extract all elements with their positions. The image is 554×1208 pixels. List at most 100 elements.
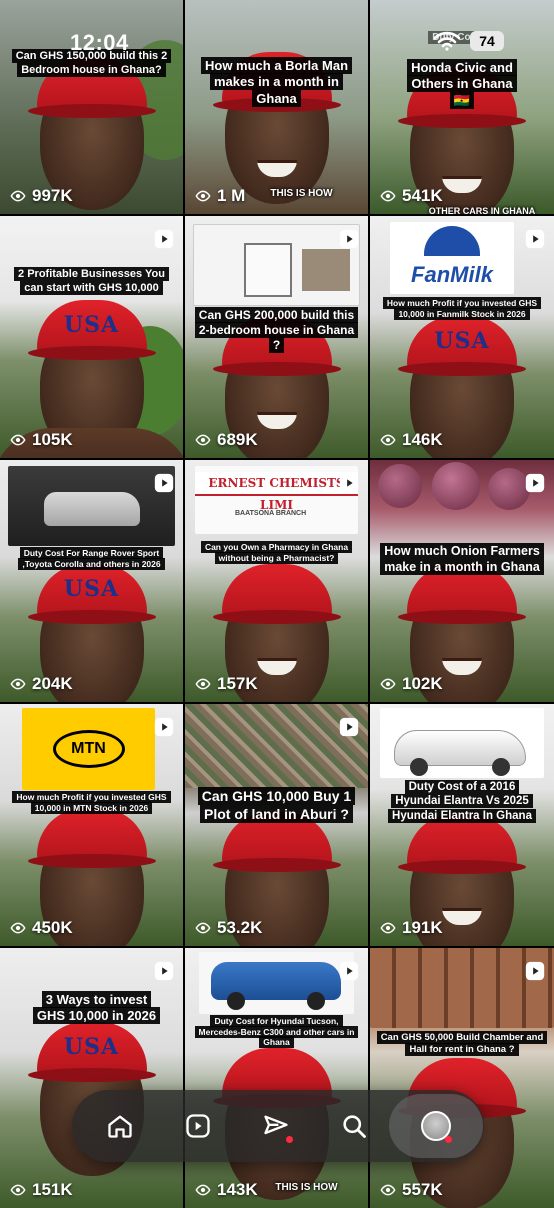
reel-tile[interactable]: How much Onion Farmers make in a month i…	[370, 460, 554, 702]
floorplan	[244, 243, 292, 297]
eye-icon	[195, 922, 211, 934]
burned-subtitle: OTHER CARS IN GHANA	[428, 206, 536, 214]
reel-tile[interactable]: FanMilk USA How much Profit if you inves…	[370, 216, 554, 458]
search-icon	[343, 1115, 366, 1138]
view-count-text: 541K	[402, 186, 443, 205]
view-count-text: 102K	[402, 674, 443, 693]
cap-brim	[212, 858, 341, 872]
nav-home[interactable]	[98, 1104, 142, 1148]
reel-tile[interactable]: Can GHS 10,000 Buy 1 Plot of land in Abu…	[185, 704, 368, 946]
reel-tile[interactable]: Duty Cost for Hyundai Tucson, Mercedes-B…	[185, 948, 368, 1208]
reel-tile[interactable]: USA 3 Ways to invest GHS 10,000 in 2026 …	[0, 948, 183, 1208]
notification-dot	[286, 1136, 293, 1143]
cap-brim	[27, 104, 156, 118]
reel-icon	[154, 717, 174, 737]
view-count-text: 557K	[402, 1180, 443, 1199]
wheel	[227, 992, 245, 1010]
cap-brim	[27, 610, 156, 624]
eye-icon	[380, 1184, 396, 1196]
reels-grid: Can GHS 150,000 build this 2 Bedroom hou…	[0, 0, 554, 1208]
view-count: 53.2K	[195, 918, 262, 938]
cap-brim	[398, 362, 526, 376]
nav-search[interactable]	[332, 1104, 376, 1148]
cap-brim	[27, 1068, 156, 1082]
video-caption: How much Profit if you invested GHS 10,0…	[376, 297, 548, 320]
house-floorplan-image	[193, 224, 360, 306]
view-count-text: 1 M	[217, 186, 246, 205]
reel-icon	[154, 473, 174, 493]
cap-logo: USA	[63, 1034, 120, 1060]
fanmilk-logo-text: FanMilk	[411, 262, 493, 287]
nav-reels[interactable]	[176, 1104, 220, 1148]
reel-tile[interactable]: Can GHS 200,000 build this 2-bedroom hou…	[185, 216, 368, 458]
cap-logo: USA	[434, 328, 490, 354]
pharmacy-sign: ERNEST CHEMISTS LIMI	[195, 472, 358, 512]
status-bar: 12:04 74	[0, 0, 554, 70]
view-count-text: 997K	[32, 186, 73, 205]
cap-brim	[398, 114, 526, 128]
cap-brim	[27, 346, 156, 360]
reel-tile[interactable]: MTN How much Profit if you invested GHS …	[0, 704, 183, 946]
reel-icon	[525, 961, 545, 981]
view-count: 997K	[10, 186, 73, 206]
car-photo	[199, 952, 354, 1014]
reel-tile[interactable]: Can GHS 50,000 Build Chamber and Hall fo…	[370, 948, 554, 1208]
eye-icon	[10, 678, 26, 690]
suv-body	[44, 492, 140, 526]
car-photo	[8, 466, 175, 546]
nav-profile[interactable]	[389, 1094, 483, 1158]
onion	[432, 462, 480, 510]
reel-tile[interactable]: Duty Cost of a 2016 Hyundai Elantra Vs 2…	[370, 704, 554, 946]
cap-logo: USA	[63, 576, 120, 602]
eye-icon	[195, 678, 211, 690]
view-count-text: 204K	[32, 674, 73, 693]
video-caption: 2 Profitable Businesses You can start wi…	[6, 267, 177, 296]
eye-icon	[195, 190, 211, 202]
home-icon	[108, 1115, 132, 1138]
view-count-text: 105K	[32, 430, 73, 449]
burned-subtitle: THIS IS HOW	[275, 1182, 338, 1193]
burned-subtitle: THIS IS HOW	[270, 188, 333, 199]
nav-messages[interactable]	[254, 1104, 298, 1148]
notification-dot	[445, 1136, 452, 1143]
reel-icon	[525, 473, 545, 493]
reel-tile[interactable]: ERNEST CHEMISTS LIMI BAATSONA BRANCH Can…	[185, 460, 368, 702]
view-count-text: 689K	[217, 430, 258, 449]
view-count-text: 53.2K	[217, 918, 263, 937]
bottom-nav	[72, 1090, 484, 1162]
reel-icon	[154, 961, 174, 981]
cap-brim	[212, 362, 341, 376]
video-caption: Duty Cost for Hyundai Tucson, Mercedes-B…	[191, 1015, 362, 1049]
pharmacy-sign-photo: ERNEST CHEMISTS LIMI BAATSONA BRANCH	[195, 466, 358, 534]
eye-icon	[380, 678, 396, 690]
view-count: 105K	[10, 430, 73, 450]
cap-brim	[27, 854, 156, 868]
view-count-text: 191K	[402, 918, 443, 937]
video-caption: Can GHS 200,000 build this 2-bedroom hou…	[191, 307, 362, 353]
reel-icon	[525, 229, 545, 249]
video-caption: How much Onion Farmers make in a month i…	[376, 543, 548, 575]
video-caption: Can GHS 50,000 Build Chamber and Hall fo…	[376, 1031, 548, 1056]
branch-label: BAATSONA BRANCH	[235, 510, 307, 517]
eye-icon	[10, 434, 26, 446]
view-count: 689K	[195, 430, 258, 450]
reel-icon	[339, 473, 359, 493]
view-count: 157K	[195, 674, 258, 694]
status-time: 12:04	[70, 30, 129, 55]
eye-icon	[10, 1184, 26, 1196]
onion	[378, 464, 422, 508]
eye-icon	[10, 922, 26, 934]
view-count: 146K	[380, 430, 443, 450]
reel-tile[interactable]: USA Duty Cost For Range Rover Sport ,Toy…	[0, 460, 183, 702]
reel-icon	[154, 229, 174, 249]
eye-icon	[380, 922, 396, 934]
reel-tile[interactable]: USA 2 Profitable Businesses You can star…	[0, 216, 183, 458]
video-caption: Can you Own a Pharmacy in Ghana without …	[191, 541, 362, 564]
fanmilk-fan-shape	[424, 226, 480, 256]
view-count-text: 157K	[217, 674, 258, 693]
video-caption: How much Profit if you invested GHS 10,0…	[6, 791, 177, 814]
view-count: 191K	[380, 918, 443, 938]
reels-icon	[186, 1114, 210, 1138]
video-caption: Can GHS 10,000 Buy 1 Plot of land in Abu…	[191, 787, 362, 823]
video-caption: Duty Cost For Range Rover Sport ,Toyota …	[6, 547, 177, 570]
